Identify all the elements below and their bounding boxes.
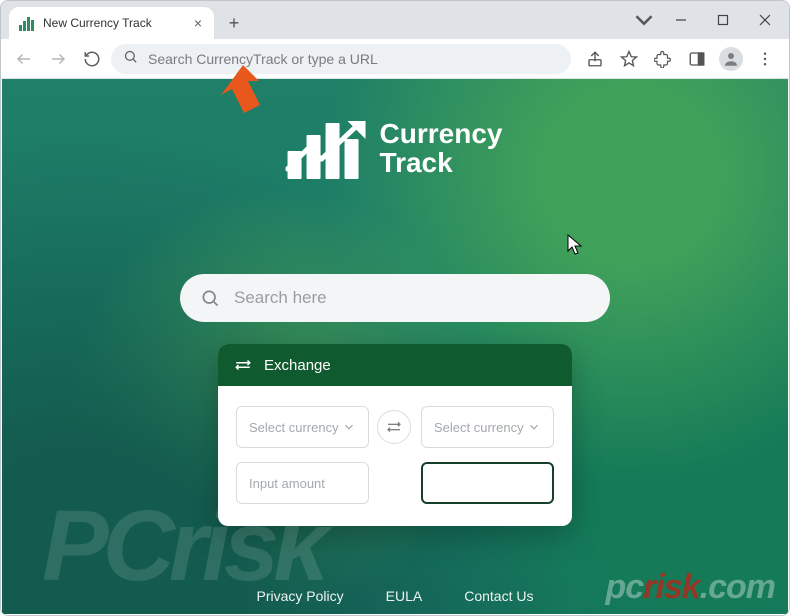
browser-toolbar <box>1 39 789 79</box>
amount-input[interactable]: Input amount <box>236 462 369 504</box>
to-currency-placeholder: Select currency <box>434 420 524 435</box>
exchange-icon <box>234 356 252 374</box>
browser-window: New Currency Track × + <box>0 0 790 616</box>
page-content: Currency Track Exchange Select currency <box>2 79 788 614</box>
toolbar-right-icons <box>579 44 781 74</box>
amount-placeholder: Input amount <box>249 476 325 491</box>
tab-title: New Currency Track <box>43 16 184 30</box>
exchange-card-body: Select currency Select currency Input am… <box>218 386 572 526</box>
footer-links: Privacy Policy EULA Contact Us <box>257 588 534 604</box>
brand-logo: Currency Track <box>288 117 503 179</box>
tab-search-button[interactable] <box>629 5 659 35</box>
footer-contact-link[interactable]: Contact Us <box>464 588 533 604</box>
avatar-icon <box>719 47 743 71</box>
browser-tab[interactable]: New Currency Track × <box>9 7 214 39</box>
result-output <box>421 462 554 504</box>
swap-currencies-button[interactable] <box>377 410 411 444</box>
annotation-arrow-icon <box>211 63 261 118</box>
nav-back-button[interactable] <box>9 44 39 74</box>
footer-privacy-link[interactable]: Privacy Policy <box>257 588 344 604</box>
minimize-button[interactable] <box>661 5 701 35</box>
chevron-down-icon <box>342 420 356 434</box>
search-icon <box>123 49 138 69</box>
logo-mark-icon <box>288 117 366 179</box>
mouse-cursor-icon <box>567 234 583 256</box>
tab-close-button[interactable]: × <box>192 14 204 32</box>
search-icon <box>200 288 220 308</box>
page-search-input[interactable] <box>234 288 590 308</box>
page-search-bar[interactable] <box>180 274 610 322</box>
reload-button[interactable] <box>77 44 107 74</box>
footer-eula-link[interactable]: EULA <box>386 588 423 604</box>
brand-line1: Currency <box>380 119 503 148</box>
favicon-icon <box>19 15 35 31</box>
from-currency-select[interactable]: Select currency <box>236 406 369 448</box>
new-tab-button[interactable]: + <box>220 9 248 37</box>
close-window-button[interactable] <box>745 5 785 35</box>
exchange-card-header: Exchange <box>218 344 572 386</box>
window-controls <box>629 1 785 39</box>
exchange-title: Exchange <box>264 357 331 374</box>
bookmark-star-button[interactable] <box>613 44 645 74</box>
maximize-button[interactable] <box>703 5 743 35</box>
tab-strip: New Currency Track × + <box>1 1 789 39</box>
brand-name: Currency Track <box>380 119 503 178</box>
omnibox-input[interactable] <box>148 51 559 67</box>
address-bar[interactable] <box>111 44 571 74</box>
share-button[interactable] <box>579 44 611 74</box>
exchange-card: Exchange Select currency Select currency… <box>218 344 572 526</box>
to-currency-select[interactable]: Select currency <box>421 406 554 448</box>
kebab-menu-button[interactable] <box>749 44 781 74</box>
brand-line2: Track <box>380 148 503 177</box>
nav-forward-button[interactable] <box>43 44 73 74</box>
from-currency-placeholder: Select currency <box>249 420 339 435</box>
extensions-button[interactable] <box>647 44 679 74</box>
chevron-down-icon <box>527 420 541 434</box>
side-panel-button[interactable] <box>681 44 713 74</box>
swap-icon <box>386 419 402 435</box>
profile-button[interactable] <box>715 44 747 74</box>
